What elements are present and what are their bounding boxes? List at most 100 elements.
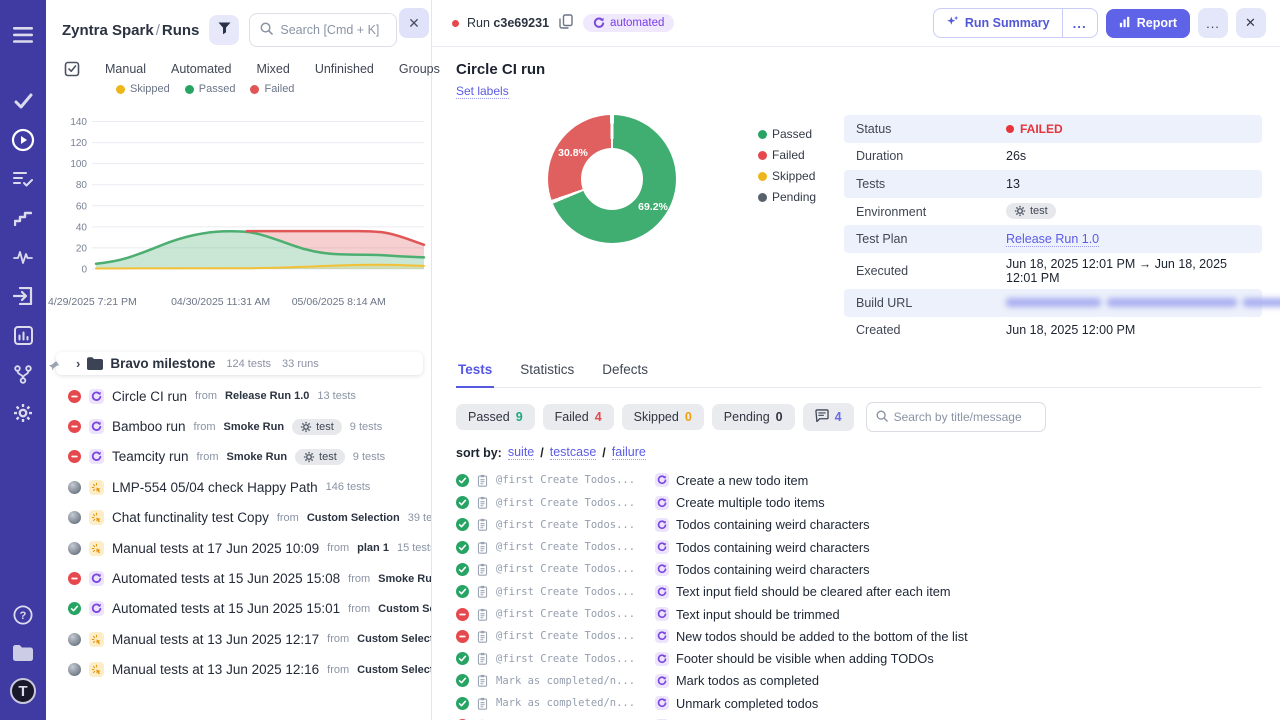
legend-item: Failed: [250, 83, 294, 95]
test-status-icon: [456, 697, 469, 710]
run-list-item[interactable]: Teamcity run from Smoke Run test 9 tests: [46, 442, 431, 472]
run-status-icon: [68, 450, 81, 463]
funnel-icon: [218, 22, 231, 38]
run-list-item[interactable]: Manual tests at 13 Jun 2025 12:16 from C…: [46, 655, 431, 685]
more-actions-button[interactable]: ...: [1198, 8, 1228, 38]
run-list-item[interactable]: Automated tests at 15 Jun 2025 15:01 fro…: [46, 594, 431, 624]
test-suite: @first Create Todos...: [496, 630, 648, 642]
comments-filter-chip[interactable]: 4: [803, 403, 854, 431]
test-row[interactable]: @first Create Todos... Todos containing …: [456, 536, 1262, 558]
info-label: Executed: [856, 264, 1006, 278]
select-all-icon[interactable]: [64, 61, 80, 77]
run-list-item[interactable]: Manual tests at 17 Jun 2025 10:09 from p…: [46, 533, 431, 563]
svg-text:40: 40: [76, 222, 88, 233]
runs-search: [249, 13, 397, 47]
test-row[interactable]: Mark as completed/n... Unmark completed …: [456, 692, 1262, 714]
filter-chip-pending[interactable]: Pending 0: [712, 404, 795, 430]
pulse-icon[interactable]: [0, 238, 46, 276]
test-row[interactable]: @first Create Todos... New todos should …: [456, 625, 1262, 647]
chevron-right-icon[interactable]: ›: [76, 356, 80, 371]
test-row[interactable]: @first Create Todos... Create multiple t…: [456, 491, 1262, 513]
test-status-icon: [456, 541, 469, 554]
automated-run-icon: [655, 540, 669, 554]
test-row[interactable]: Mark as completed/n... Mark all todos as…: [456, 714, 1262, 720]
info-value: 26s: [1006, 149, 1254, 163]
test-row[interactable]: @first Create Todos... Todos containing …: [456, 514, 1262, 536]
runs-play-icon[interactable]: [0, 121, 46, 159]
tab-statistics[interactable]: Statistics: [518, 362, 576, 387]
run-actions: Run Summary ... Report ... ✕: [933, 8, 1266, 38]
test-plan-link[interactable]: Release Run 1.0: [1006, 232, 1099, 247]
panel-close-button[interactable]: ✕: [399, 8, 429, 38]
automated-run-icon: [655, 652, 669, 666]
run-summary-button[interactable]: Run Summary: [934, 9, 1062, 37]
test-title: Create multiple todo items: [676, 495, 825, 510]
copy-run-id-button[interactable]: [557, 12, 575, 34]
runs-search-input[interactable]: [280, 23, 386, 37]
run-list-item[interactable]: Automated tests at 15 Jun 2025 15:08 fro…: [46, 563, 431, 593]
tab-manual[interactable]: Manual: [105, 62, 146, 76]
milestones-steps-icon[interactable]: [0, 199, 46, 237]
run-info-row: Duration26s: [844, 143, 1262, 171]
close-detail-button[interactable]: ✕: [1236, 8, 1266, 38]
info-value: Jun 18, 2025 12:01 PM → Jun 18, 2025 12:…: [1006, 257, 1254, 285]
test-search: [866, 402, 1046, 432]
tab-groups[interactable]: Groups: [399, 62, 440, 76]
run-name: Circle CI run: [112, 389, 187, 404]
run-info-row: Test PlanRelease Run 1.0: [844, 225, 1262, 253]
tests-check-icon[interactable]: [0, 82, 46, 120]
run-list-item[interactable]: Manual tests at 13 Jun 2025 12:17 from C…: [46, 624, 431, 654]
test-row[interactable]: @first Create Todos... Footer should be …: [456, 648, 1262, 670]
info-label: Created: [856, 323, 1006, 337]
help-icon[interactable]: ?: [0, 596, 46, 634]
import-icon[interactable]: [0, 277, 46, 315]
filter-chip-failed[interactable]: Failed 4: [543, 404, 614, 430]
test-row[interactable]: @first Create Todos... Todos containing …: [456, 558, 1262, 580]
analytics-icon[interactable]: [0, 316, 46, 354]
clipboard-icon: [476, 630, 489, 643]
bar-chart-icon: [1119, 16, 1131, 31]
run-list-item[interactable]: LMP-554 05/04 check Happy Path 146 tests: [46, 472, 431, 502]
traceability-branch-icon[interactable]: [0, 355, 46, 393]
run-summary-more-button[interactable]: ...: [1062, 9, 1097, 37]
test-plans-icon[interactable]: [0, 160, 46, 198]
report-button[interactable]: Report: [1106, 9, 1190, 38]
tab-automated[interactable]: Automated: [171, 62, 231, 76]
sort-by-suite[interactable]: suite: [508, 445, 534, 460]
test-title: Todos containing weird characters: [676, 562, 869, 577]
legend-item: Skipped: [116, 83, 170, 95]
test-title: Mark todos as completed: [676, 673, 819, 688]
run-list-item[interactable]: Circle CI run from Release Run 1.0 13 te…: [46, 381, 431, 411]
projects-folder-icon[interactable]: [0, 634, 46, 672]
filter-chip-skipped[interactable]: Skipped 0: [622, 404, 704, 430]
sort-by-testcase[interactable]: testcase: [550, 445, 597, 460]
logo-t[interactable]: T: [0, 672, 46, 710]
sort-by-failure[interactable]: failure: [612, 445, 646, 460]
test-search-input[interactable]: [894, 410, 1036, 424]
set-labels-link[interactable]: Set labels: [456, 84, 509, 99]
run-name: Bamboo run: [112, 419, 186, 434]
test-title: Create a new todo item: [676, 473, 808, 488]
filter-chip-passed[interactable]: Passed 9: [456, 404, 535, 430]
tab-unfinished[interactable]: Unfinished: [315, 62, 374, 76]
run-list-item[interactable]: Bamboo run from Smoke Run test 9 tests: [46, 411, 431, 441]
breadcrumb-project[interactable]: Zyntra Spark: [62, 22, 154, 39]
test-row[interactable]: Mark as completed/n... Mark todos as com…: [456, 670, 1262, 692]
filter-button[interactable]: [209, 15, 239, 45]
menu-icon[interactable]: [0, 16, 46, 54]
test-row[interactable]: @first Create Todos... Create a new todo…: [456, 469, 1262, 491]
test-status-icon: [456, 518, 469, 531]
test-status-icon: [456, 652, 469, 665]
milestone-row[interactable]: › Bravo milestone 124 tests 33 runs: [56, 352, 423, 375]
tab-mixed[interactable]: Mixed: [256, 62, 289, 76]
svg-text:80: 80: [76, 180, 88, 191]
settings-gear-icon[interactable]: [0, 394, 46, 432]
test-row[interactable]: @first Create Todos... Text input field …: [456, 581, 1262, 603]
test-suite: Mark as completed/n...: [496, 675, 648, 687]
tab-tests[interactable]: Tests: [456, 362, 494, 388]
run-detail-topbar: Run c3e69231 automated Run Summary ... R…: [432, 0, 1280, 47]
run-list-item[interactable]: Chat functinality test Copy from Custom …: [46, 503, 431, 533]
test-row[interactable]: @first Create Todos... Text input should…: [456, 603, 1262, 625]
clipboard-icon: [476, 674, 489, 687]
tab-defects[interactable]: Defects: [600, 362, 650, 387]
